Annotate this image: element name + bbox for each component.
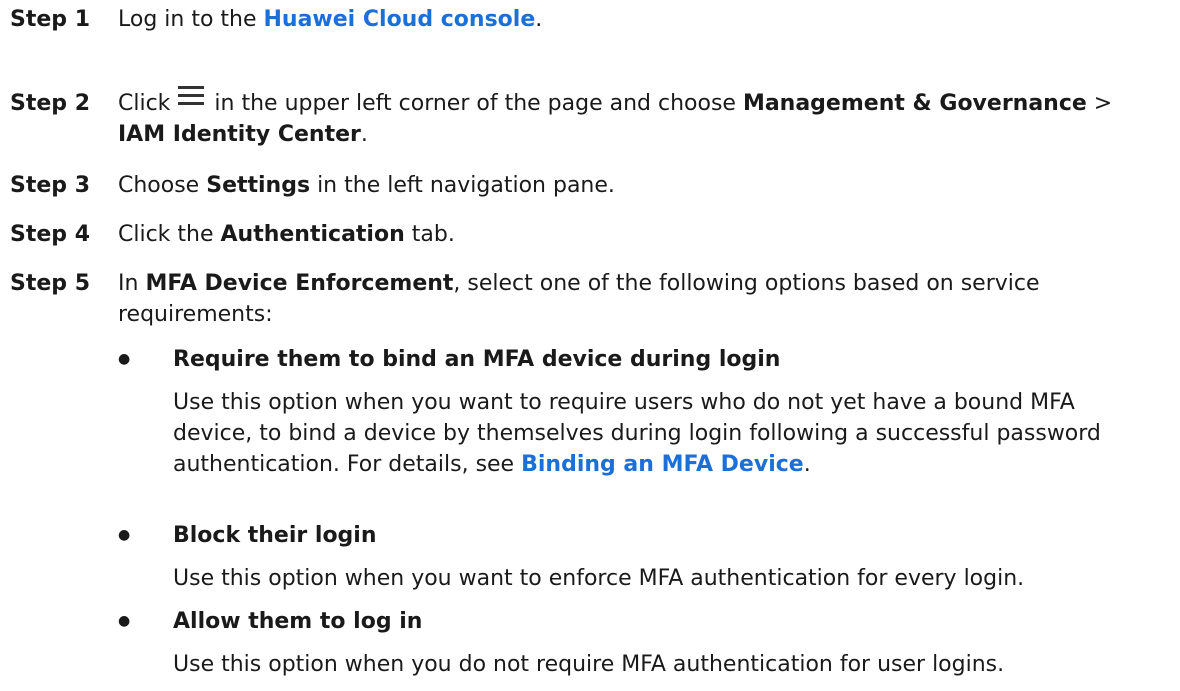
step-3: Step 3 Choose Settings in the left navig…	[10, 170, 1160, 201]
step-text-before: Click the	[118, 222, 221, 247]
bullet-icon: ●	[118, 613, 131, 629]
bullet-icon: ●	[118, 527, 131, 543]
huawei-cloud-console-link[interactable]: Huawei Cloud console	[264, 7, 536, 32]
step-text: Choose Settings in the left navigation p…	[118, 170, 1160, 201]
step-text: Click in the upper left corner of the pag…	[118, 86, 1160, 150]
option-require-bind-mfa: ● Require them to bind an MFA device dur…	[118, 344, 1160, 480]
step-label: Step 5	[10, 271, 90, 296]
step-text-middle: in the upper left corner of the page and…	[214, 91, 743, 116]
step-text: Click the Authentication tab.	[118, 219, 1160, 250]
menu-path-iam-identity-center: IAM Identity Center	[118, 122, 361, 147]
step-text-before: In	[118, 271, 146, 296]
option-title: Require them to bind an MFA device durin…	[173, 347, 781, 372]
step-label: Step 1	[10, 7, 90, 32]
step-text-before: Choose	[118, 173, 207, 198]
step-text-before: Log in to the	[118, 7, 264, 32]
option-allow-login: ● Allow them to log in Use this option w…	[118, 606, 1160, 680]
step-text-after: .	[535, 7, 543, 32]
step-text: In MFA Device Enforcement, select one of…	[118, 268, 1160, 330]
step-text-before: Click	[118, 91, 171, 116]
step-label: Step 2	[10, 91, 90, 116]
settings-term: Settings	[206, 173, 311, 198]
mfa-device-enforcement-term: MFA Device Enforcement	[145, 271, 454, 296]
step-text-after: .	[360, 122, 368, 147]
step-text: Log in to the Huawei Cloud console.	[118, 4, 1160, 35]
option-title: Allow them to log in	[173, 609, 423, 634]
bullet-icon: ●	[118, 351, 131, 367]
step-text-after: tab.	[404, 222, 455, 247]
menu-icon	[178, 86, 205, 106]
step-label: Step 4	[10, 222, 90, 247]
option-title: Block their login	[173, 523, 377, 548]
step-4: Step 4 Click the Authentication tab.	[10, 219, 1160, 250]
option-description: Use this option when you do not require …	[173, 652, 1005, 677]
step-5: Step 5 In MFA Device Enforcement, select…	[10, 268, 1160, 330]
step-label: Step 3	[10, 173, 90, 198]
step-1: Step 1 Log in to the Huawei Cloud consol…	[10, 4, 1160, 35]
option-desc-after: .	[803, 452, 811, 477]
menu-path-separator: >	[1086, 91, 1113, 116]
option-description: Use this option when you want to enforce…	[173, 566, 1025, 591]
step-text-after: in the left navigation pane.	[310, 173, 615, 198]
menu-path-management-governance: Management & Governance	[742, 91, 1087, 116]
option-block-login: ● Block their login Use this option when…	[118, 520, 1160, 594]
option-description: Use this option when you want to require…	[173, 387, 1160, 480]
binding-mfa-device-link[interactable]: Binding an MFA Device	[521, 452, 804, 477]
step-2: Step 2 Click in the upper left corner of …	[10, 86, 1160, 150]
authentication-term: Authentication	[220, 222, 405, 247]
document-page: Step 1 Log in to the Huawei Cloud consol…	[0, 0, 1180, 691]
